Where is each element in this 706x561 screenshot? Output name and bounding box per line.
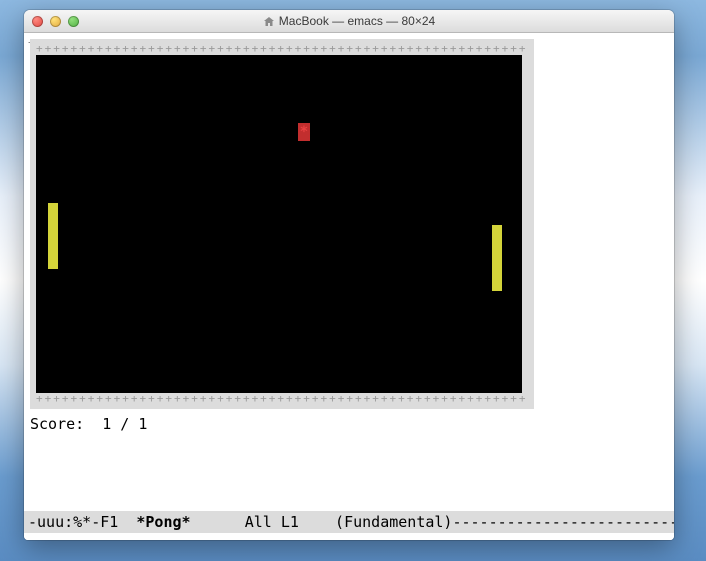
window-title: MacBook — emacs — 80×24 xyxy=(24,14,674,28)
score-label: Score: xyxy=(30,415,102,433)
score-line: Score: 1 / 1 xyxy=(30,415,674,433)
modeline-dashes: ------------------------------------ xyxy=(452,513,674,531)
pong-game-area: + ++++++++++++++++++++++++++++++++++++++… xyxy=(30,39,534,409)
pong-ball: * xyxy=(298,123,310,141)
right-paddle[interactable] xyxy=(492,225,502,291)
modeline-mid: All L1 (Fundamental) xyxy=(191,513,453,531)
pong-playfield[interactable]: * xyxy=(36,55,522,393)
score-left: 1 xyxy=(102,415,111,433)
border-top: ++++++++++++++++++++++++++++++++++++++++… xyxy=(36,45,528,53)
score-sep: / xyxy=(111,415,138,433)
desktop-background: MacBook — emacs — 80×24 + ++++++++++++++… xyxy=(0,0,706,561)
score-right: 1 xyxy=(138,415,147,433)
window-titlebar[interactable]: MacBook — emacs — 80×24 xyxy=(24,10,674,33)
emacs-modeline[interactable]: -uuu:%*-F1 *Pong* All L1 (Fundamental)--… xyxy=(24,511,674,533)
minimize-icon[interactable] xyxy=(50,16,61,27)
zoom-icon[interactable] xyxy=(68,16,79,27)
close-icon[interactable] xyxy=(32,16,43,27)
emacs-minibuffer[interactable] xyxy=(24,533,674,540)
terminal-window: MacBook — emacs — 80×24 + ++++++++++++++… xyxy=(24,10,674,540)
pong-border: ++++++++++++++++++++++++++++++++++++++++… xyxy=(30,39,534,409)
border-bottom: ++++++++++++++++++++++++++++++++++++++++… xyxy=(36,395,528,403)
modeline-buffer: *Pong* xyxy=(136,513,190,531)
home-icon xyxy=(263,16,275,27)
window-title-text: MacBook — emacs — 80×24 xyxy=(279,14,435,28)
traffic-lights xyxy=(24,16,79,27)
modeline-left: -uuu:%*-F1 xyxy=(28,513,136,531)
left-paddle[interactable] xyxy=(48,203,58,269)
terminal-content[interactable]: + ++++++++++++++++++++++++++++++++++++++… xyxy=(24,39,674,540)
ball-glyph: * xyxy=(300,124,308,140)
